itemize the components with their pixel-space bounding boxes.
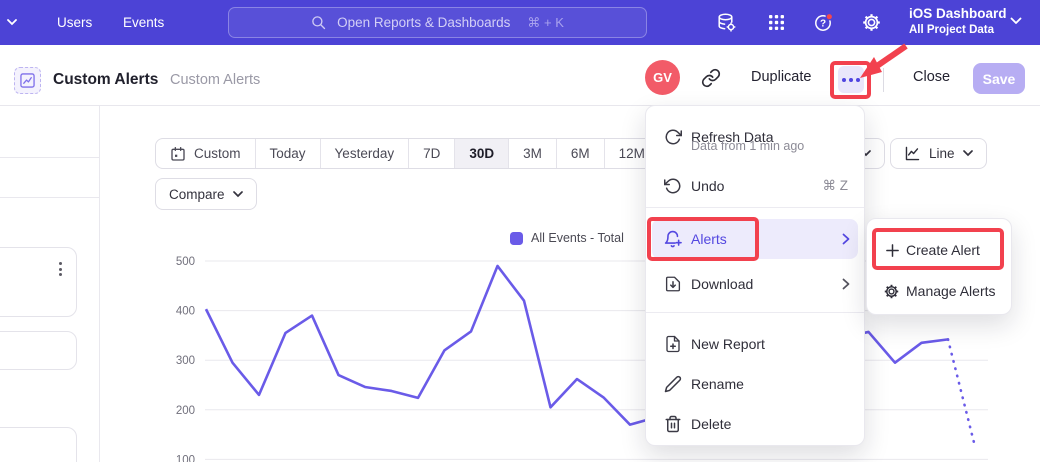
data-icon[interactable] <box>716 12 737 33</box>
chart-type-button[interactable]: Line <box>890 138 987 169</box>
trash-icon <box>664 415 682 433</box>
query-card <box>0 247 77 317</box>
download-icon <box>664 275 682 293</box>
breadcrumb: Custom Alerts <box>170 72 260 88</box>
chevron-right-icon <box>842 278 850 290</box>
date-range-selector: Custom Today Yesterday 7D 30D 3M 6M 12M <box>155 138 660 169</box>
svg-text:200: 200 <box>176 405 195 417</box>
svg-text:300: 300 <box>176 355 195 367</box>
refresh-data-subtext: Data from 1 min ago <box>691 139 804 153</box>
search-shortcut: ⌘ + K <box>527 15 564 31</box>
range-3m[interactable]: 3M <box>509 139 557 168</box>
menu-divider <box>646 312 864 313</box>
undo-icon <box>664 177 682 195</box>
card-kebab-menu[interactable] <box>59 262 62 276</box>
menu-item-refresh-data[interactable]: Refresh Data <box>646 114 864 160</box>
top-nav: s Users Events Open Reports & Dashboards… <box>0 0 1040 45</box>
search-icon <box>311 15 326 30</box>
range-7d[interactable]: 7D <box>409 139 455 168</box>
alerts-submenu: Create Alert Manage Alerts <box>866 218 1012 315</box>
line-chart-icon <box>904 145 921 162</box>
compare-button[interactable]: Compare <box>155 178 257 210</box>
more-options-menu: Refresh Data Data from 1 min ago Undo ⌘ … <box>645 105 865 446</box>
nav-item-events[interactable]: Events <box>123 0 164 45</box>
nav-item-partial[interactable]: s <box>0 0 17 45</box>
menu-item-undo[interactable]: Undo ⌘ Z <box>646 171 864 201</box>
close-button[interactable]: Close <box>913 69 950 85</box>
menu-divider <box>646 207 864 208</box>
project-name: iOS Dashboard <box>909 5 1007 23</box>
range-yesterday[interactable]: Yesterday <box>321 139 410 168</box>
save-button[interactable]: Save <box>973 63 1025 94</box>
menu-item-delete[interactable]: Delete <box>646 408 864 440</box>
page-title: Custom Alerts <box>53 71 158 89</box>
menu-item-rename[interactable]: Rename <box>646 368 864 400</box>
nav-item-users[interactable]: Users <box>57 0 92 45</box>
legend-item[interactable]: All Events - Total <box>510 231 624 245</box>
app-window: s Users Events Open Reports & Dashboards… <box>0 0 1040 462</box>
report-type-icon <box>14 67 41 94</box>
notification-badge <box>826 14 832 20</box>
duplicate-button[interactable]: Duplicate <box>751 69 811 85</box>
search-input[interactable]: Open Reports & Dashboards ⌘ + K <box>228 7 647 38</box>
annotation-arrow <box>850 40 914 82</box>
range-30d-selected[interactable]: 30D <box>455 139 509 168</box>
menu-item-download[interactable]: Download <box>646 268 864 300</box>
menu-item-new-report[interactable]: New Report <box>646 328 864 360</box>
annotation-box-alerts-item <box>647 217 759 261</box>
help-icon[interactable]: ? <box>813 12 834 33</box>
settings-icon[interactable] <box>861 12 882 33</box>
chevron-down-icon <box>1010 17 1022 25</box>
rail-divider <box>0 157 99 158</box>
calendar-icon <box>170 146 186 162</box>
panel-divider <box>99 106 100 462</box>
pencil-icon <box>664 375 682 393</box>
avatar[interactable]: GV <box>645 60 680 95</box>
submenu-item-manage-alerts[interactable]: Manage Alerts <box>867 274 1011 308</box>
chevron-down-icon <box>233 191 243 198</box>
svg-text:400: 400 <box>176 306 195 318</box>
svg-text:100: 100 <box>176 454 195 462</box>
chevron-right-icon <box>842 233 850 245</box>
range-today[interactable]: Today <box>256 139 321 168</box>
legend-swatch <box>510 232 523 245</box>
project-switcher[interactable]: iOS Dashboard All Project Data <box>909 5 1007 38</box>
range-6m[interactable]: 6M <box>557 139 605 168</box>
undo-shortcut: ⌘ Z <box>823 178 849 194</box>
refresh-icon <box>664 128 682 146</box>
rail-divider <box>0 197 99 198</box>
new-report-icon <box>664 335 682 353</box>
svg-text:?: ? <box>820 19 826 30</box>
chevron-down-icon <box>963 150 973 157</box>
search-placeholder: Open Reports & Dashboards <box>337 15 510 30</box>
legend-label: All Events - Total <box>531 231 624 245</box>
chevron-down-icon <box>7 19 17 26</box>
svg-text:500: 500 <box>176 256 195 268</box>
query-card <box>0 331 77 370</box>
share-link-icon[interactable] <box>701 68 721 88</box>
query-card <box>0 427 77 462</box>
range-custom[interactable]: Custom <box>156 139 256 168</box>
project-scope: All Project Data <box>909 23 1007 38</box>
gear-icon <box>883 283 900 300</box>
annotation-box-create-alert <box>872 228 1004 270</box>
apps-grid-icon[interactable] <box>766 12 787 33</box>
